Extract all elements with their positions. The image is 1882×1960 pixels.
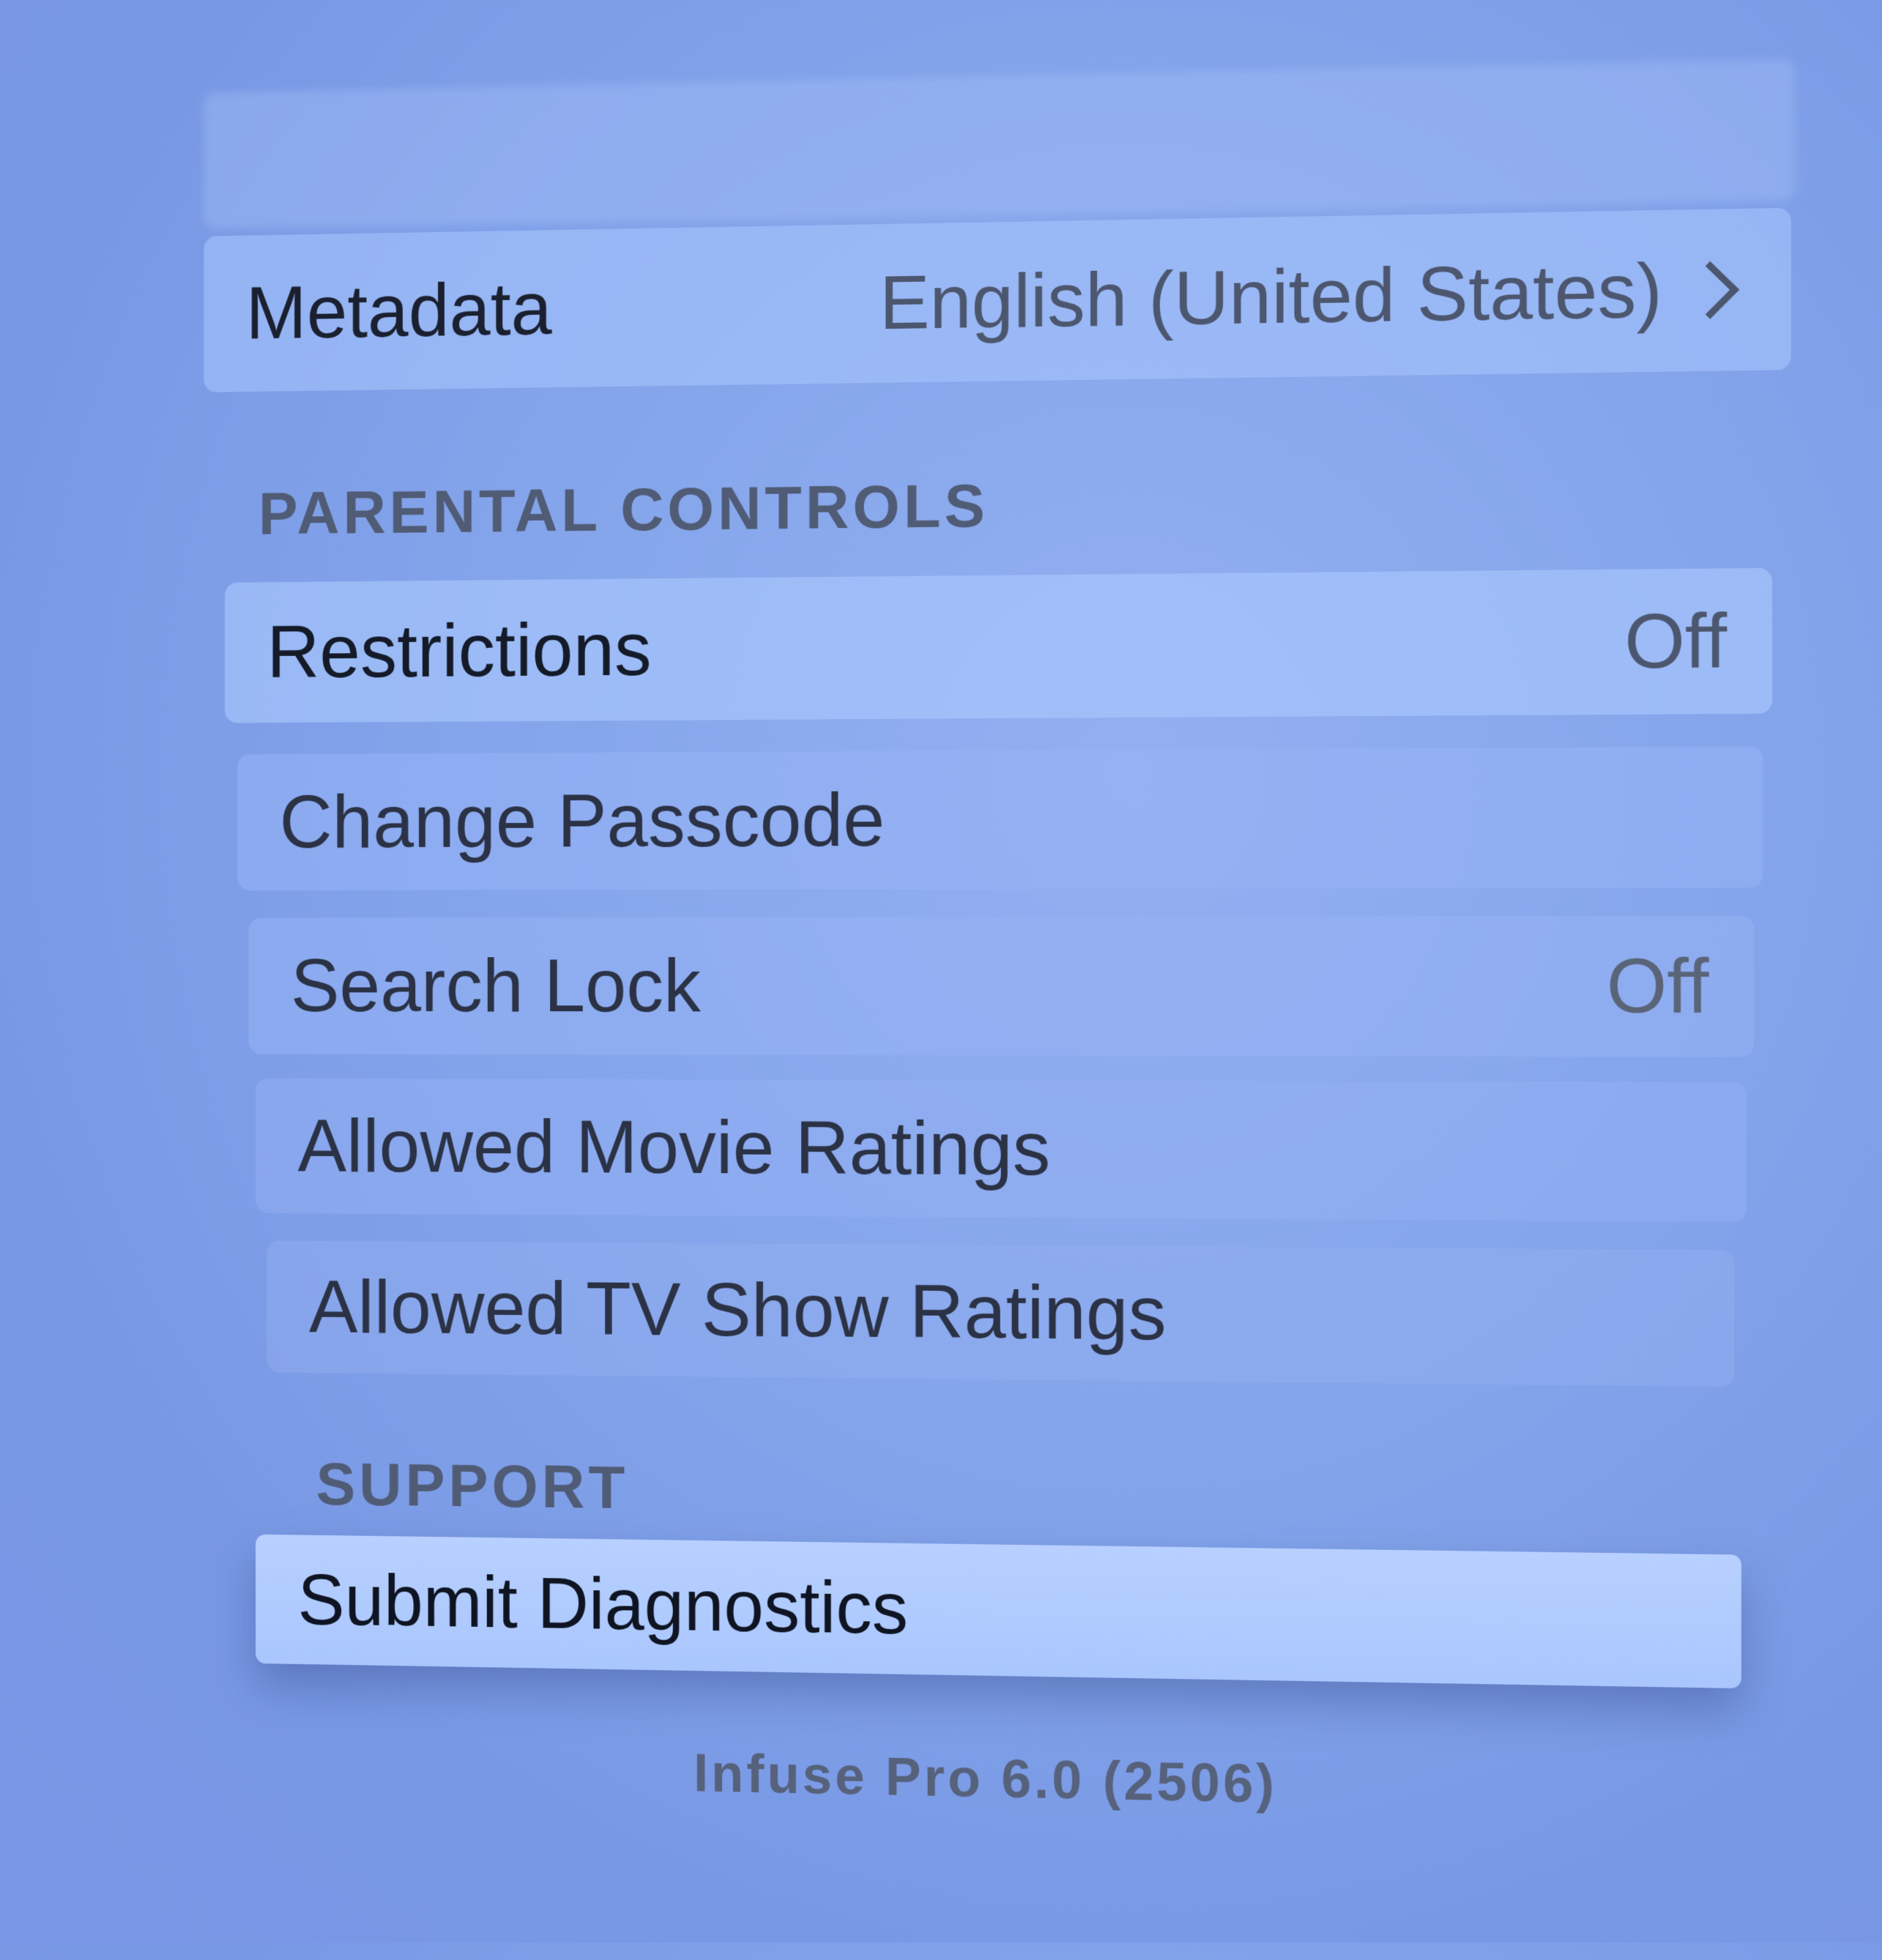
allowed-tv-show-ratings-row[interactable]: Allowed TV Show Ratings [267, 1240, 1735, 1387]
section-header-parental-controls: PARENTAL CONTROLS [258, 471, 989, 548]
app-version: Infuse Pro 6.0 (2506) [693, 1742, 1278, 1815]
submit-diagnostics-label: Submit Diagnostics [297, 1559, 908, 1650]
change-passcode-row[interactable]: Change Passcode [237, 746, 1763, 891]
metadata-label: Metadata [245, 266, 552, 355]
restrictions-value: Off [1624, 597, 1727, 685]
allowed-tv-show-ratings-label: Allowed TV Show Ratings [308, 1264, 1167, 1356]
allowed-movie-ratings-row[interactable]: Allowed Movie Ratings [256, 1078, 1747, 1222]
change-passcode-label: Change Passcode [279, 778, 885, 864]
settings-screen: Metadata English (United States) PARENTA… [31, 0, 1882, 1960]
restrictions-label: Restrictions [267, 607, 652, 694]
submit-diagnostics-button[interactable]: Submit Diagnostics [256, 1534, 1741, 1689]
section-header-support: SUPPORT [316, 1450, 629, 1521]
search-lock-label: Search Lock [290, 943, 701, 1028]
metadata-value: English (United States) [879, 247, 1663, 346]
allowed-movie-ratings-label: Allowed Movie Ratings [297, 1103, 1051, 1191]
search-lock-row[interactable]: Search Lock Off [248, 915, 1755, 1057]
metadata-row[interactable]: Metadata English (United States) [204, 207, 1791, 392]
restrictions-row[interactable]: Restrictions Off [224, 567, 1773, 723]
chevron-right-icon [1681, 261, 1740, 319]
metadata-value-group: English (United States) [879, 245, 1746, 346]
search-lock-value: Off [1606, 942, 1709, 1029]
partially-visible-row[interactable] [204, 59, 1795, 229]
